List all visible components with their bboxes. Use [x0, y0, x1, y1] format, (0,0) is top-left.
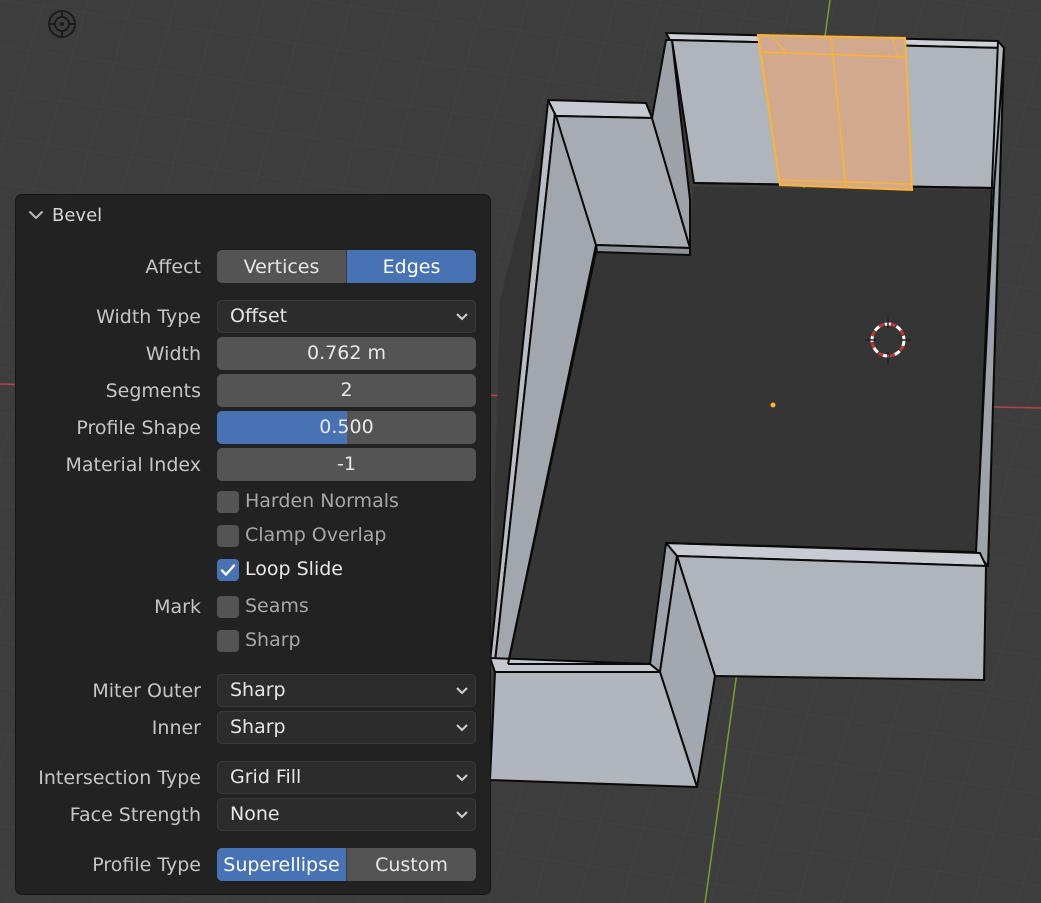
chevron-down-icon[interactable] [28, 207, 44, 223]
miter-outer-dropdown[interactable]: Sharp [217, 674, 476, 707]
profile-type-custom-option[interactable]: Custom [346, 848, 476, 881]
panel-header[interactable]: Bevel [16, 195, 490, 235]
object-origin [770, 402, 776, 408]
material-index-label: Material Index [65, 454, 201, 476]
panel-title: Bevel [52, 205, 103, 226]
checkbox-box [217, 630, 239, 652]
profile-shape-value: 0.500 [319, 416, 374, 438]
segments-value: 2 [340, 379, 353, 401]
checkbox-box [217, 559, 239, 581]
profile-shape-slider[interactable]: 0.500 [217, 411, 476, 444]
harden-normals-label: Harden Normals [245, 490, 399, 512]
profile-type-label: Profile Type [92, 854, 201, 876]
profile-type-superellipse-option[interactable]: Superellipse [217, 848, 346, 881]
affect-edges-option[interactable]: Edges [346, 250, 476, 283]
profile-type-toggle: Superellipse Custom [217, 848, 476, 881]
face-strength-dropdown[interactable]: None [217, 798, 476, 831]
width-value: 0.762 m [307, 342, 386, 364]
segments-field[interactable]: 2 [217, 374, 476, 407]
mark-label: Mark [154, 596, 201, 618]
width-type-value: Offset [230, 305, 288, 327]
face-strength-label: Face Strength [69, 804, 201, 826]
clamp-overlap-label: Clamp Overlap [245, 524, 387, 546]
miter-inner-dropdown[interactable]: Sharp [217, 711, 476, 744]
loop-slide-label: Loop Slide [245, 558, 343, 580]
chevron-down-icon [456, 811, 468, 819]
checkbox-box [217, 525, 239, 547]
face-strength-value: None [230, 803, 280, 825]
affect-vertices-option[interactable]: Vertices [217, 250, 346, 283]
intersection-type-dropdown[interactable]: Grid Fill [217, 761, 476, 794]
material-index-field[interactable]: -1 [217, 448, 476, 481]
chevron-down-icon [456, 687, 468, 695]
miter-outer-label: Miter Outer [92, 680, 201, 702]
width-type-label: Width Type [96, 306, 201, 328]
material-index-value: -1 [337, 453, 356, 475]
miter-inner-value: Sharp [230, 716, 286, 738]
profile-shape-label: Profile Shape [76, 417, 201, 439]
bevel-operator-panel: Bevel Affect Vertices Edges Width Type O… [16, 195, 490, 894]
miter-outer-value: Sharp [230, 679, 286, 701]
checkbox-box [217, 491, 239, 513]
affect-label: Affect [145, 256, 201, 278]
miter-inner-label: Inner [151, 717, 201, 739]
affect-toggle: Vertices Edges [217, 250, 476, 283]
checkbox-box [217, 596, 239, 618]
chevron-down-icon [456, 313, 468, 321]
width-field[interactable]: 0.762 m [217, 337, 476, 370]
mesh-object[interactable] [489, 32, 1005, 788]
view-navigation-icon[interactable] [46, 8, 78, 40]
mark-sharp-label: Sharp [245, 629, 301, 651]
segments-label: Segments [105, 380, 201, 402]
width-type-dropdown[interactable]: Offset [217, 300, 476, 333]
chevron-down-icon [456, 724, 468, 732]
intersection-type-label: Intersection Type [38, 767, 201, 789]
intersection-type-value: Grid Fill [230, 766, 302, 788]
width-label: Width [145, 343, 201, 365]
checkmark-icon [220, 564, 236, 576]
chevron-down-icon [456, 774, 468, 782]
mark-seams-label: Seams [245, 595, 309, 617]
selected-bevel-faces[interactable] [756, 33, 914, 192]
